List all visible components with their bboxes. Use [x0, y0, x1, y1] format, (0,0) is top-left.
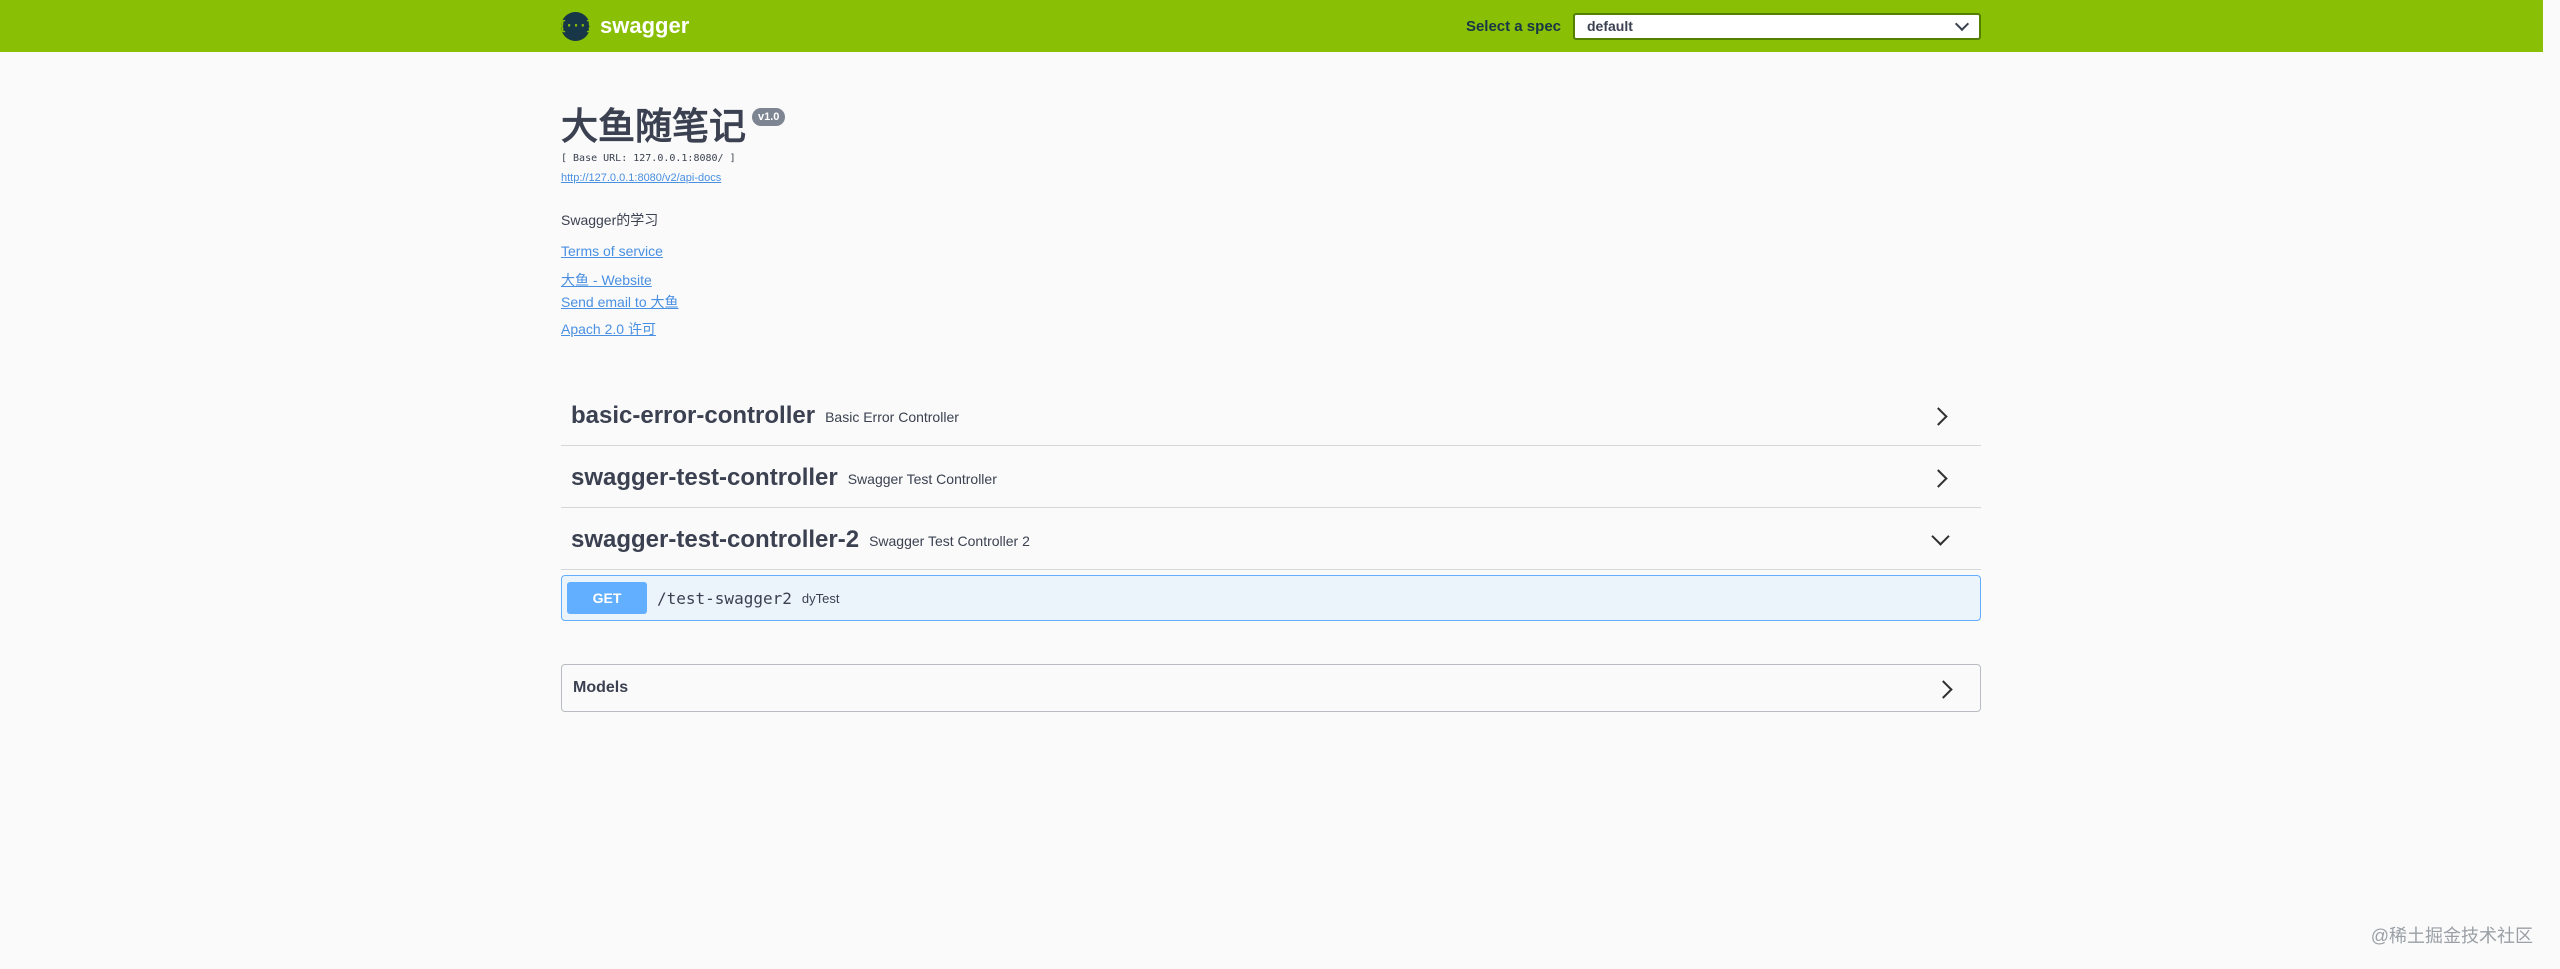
- tag-name: basic-error-controller: [571, 401, 816, 429]
- spec-label: Select a spec: [1465, 17, 1561, 35]
- topbar: {···} swagger Select a spec default: [0, 0, 2543, 52]
- tag-name: swagger-test-controller-2: [571, 525, 860, 553]
- models-section[interactable]: Models: [561, 664, 1981, 712]
- info-title-row: 大鱼随笔记 v1.0: [561, 104, 786, 150]
- chevron-down-icon: [1954, 16, 1970, 32]
- method-badge: GET: [567, 582, 647, 614]
- base-url: [ Base URL: 127.0.0.1:8080/ ]: [561, 153, 736, 164]
- page-title: 大鱼随笔记: [561, 106, 746, 147]
- spec-select[interactable]: default: [1573, 12, 1981, 40]
- spec-selector: Select a spec default: [1465, 12, 1981, 40]
- operation-summary: dyTest: [801, 590, 840, 606]
- api-description: Swagger的学习: [561, 212, 659, 228]
- spec-select-value: default: [1587, 18, 1633, 34]
- topbar-inner: {···} swagger Select a spec default: [558, 0, 1981, 52]
- brand-name: swagger: [600, 13, 690, 38]
- tag-swagger-test-controller[interactable]: swagger-test-controller Swagger Test Con…: [561, 448, 1981, 508]
- chevron-right-icon: [1934, 680, 1953, 699]
- tag-description: Swagger Test Controller: [847, 471, 997, 487]
- terms-of-service-link[interactable]: Terms of service: [561, 243, 663, 259]
- swagger-brand[interactable]: {···} swagger: [558, 11, 690, 41]
- website-link[interactable]: 大鱼 - Website: [561, 270, 652, 290]
- api-docs-link[interactable]: http://127.0.0.1:8080/v2/api-docs: [561, 172, 721, 184]
- watermark: @稀土掘金技术社区: [2370, 926, 2533, 946]
- chevron-right-icon: [1929, 469, 1948, 488]
- license-link[interactable]: Apach 2.0 许可: [561, 319, 656, 339]
- chevron-down-icon: [1931, 527, 1950, 546]
- chevron-right-icon: [1929, 407, 1948, 426]
- tag-basic-error-controller[interactable]: basic-error-controller Basic Error Contr…: [561, 386, 1981, 446]
- tag-description: Swagger Test Controller 2: [869, 533, 1030, 549]
- version-badge: v1.0: [752, 108, 786, 126]
- operation-path: /test-swagger2: [657, 588, 792, 608]
- swagger-logo-icon: {···}: [558, 11, 594, 41]
- email-link[interactable]: Send email to 大鱼: [561, 292, 679, 312]
- models-title: Models: [573, 679, 629, 696]
- tag-swagger-test-controller-2[interactable]: swagger-test-controller-2 Swagger Test C…: [561, 510, 1981, 570]
- operation-get-test-swagger2[interactable]: GET /test-swagger2 dyTest: [561, 575, 1981, 621]
- tag-description: Basic Error Controller: [825, 409, 959, 425]
- tag-name: swagger-test-controller: [571, 463, 838, 491]
